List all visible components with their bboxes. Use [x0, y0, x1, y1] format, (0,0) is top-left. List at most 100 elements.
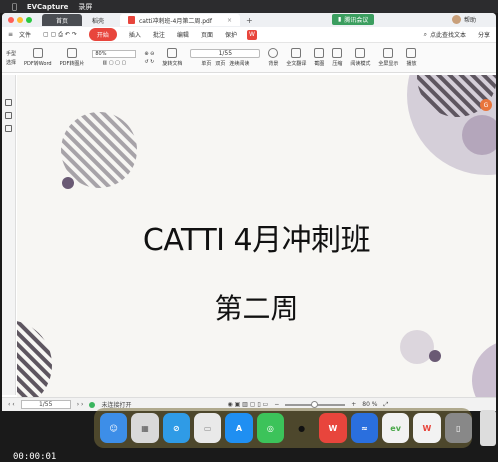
menu-insert[interactable]: 插入	[123, 30, 147, 39]
menu-annotate[interactable]: 批注	[147, 30, 171, 39]
folder-icon[interactable]: ▭	[193, 413, 222, 443]
wps-logo-icon[interactable]: W	[246, 29, 257, 40]
screen:  EVCapture 录屏 首页 稻壳 catti冲刺班-4月第二周.pdf …	[0, 0, 498, 462]
read-mode-icon	[355, 48, 366, 58]
user-account[interactable]: 帮助	[451, 15, 476, 24]
fullscreen-button[interactable]: 全屏显示	[374, 48, 402, 67]
moon-icon	[268, 48, 279, 58]
compress-label: 压缩	[332, 61, 343, 67]
finder-icon[interactable]: ☺	[100, 413, 128, 443]
zoom-in-status-icon[interactable]: +	[351, 401, 356, 408]
pdf-to-word-button[interactable]: PDF转Word	[20, 48, 56, 67]
zoom-select[interactable]: 80%	[92, 49, 137, 58]
compress-icon	[332, 48, 343, 58]
play-label: 播放	[406, 61, 417, 67]
outline-icon[interactable]	[5, 99, 12, 106]
fullscreen-label: 全屏显示	[378, 61, 399, 67]
wps-icon[interactable]: W	[319, 413, 347, 443]
new-tab-button[interactable]: +	[246, 16, 253, 25]
zoom-out-icon[interactable]: −	[274, 401, 279, 408]
view-mode-row: 单页 双页 连续阅读	[201, 60, 249, 67]
pdf-to-image-label: PDF转图片	[59, 61, 85, 67]
pdf-page: CATTI 4月冲刺班 第二周 G	[17, 75, 496, 397]
zoom-buttons: ⊕ ⊖ ↺ ↻	[140, 51, 158, 65]
view-toggle-icons[interactable]: ◉ ▣ ▥ ▢ ▯ ▭	[227, 401, 268, 408]
status-page-input[interactable]: 1/55	[20, 400, 71, 409]
left-sidebar	[2, 75, 16, 395]
rotate-doc-button[interactable]: 旋转文档	[158, 48, 186, 67]
wps-window: 首页 稻壳 catti冲刺班-4月第二周.pdf × + ▮ 腾讯会议 帮助 ≡…	[2, 13, 496, 411]
apple-icon[interactable]: 	[12, 2, 17, 11]
nav-prev-icons[interactable]: ‹ ‹	[8, 401, 15, 408]
background-button[interactable]: 背景	[264, 48, 282, 67]
thumbnail-icon[interactable]	[5, 112, 12, 119]
menu-edit[interactable]: 编辑	[171, 30, 195, 39]
avatar	[451, 15, 461, 24]
menubar-app-name[interactable]: EVCapture	[27, 3, 69, 11]
safari-icon[interactable]: ⊘	[162, 413, 190, 443]
ev-capture-icon[interactable]: ev	[381, 413, 410, 443]
read-mode-label: 阅读模式	[350, 61, 371, 67]
tab-docer[interactable]: 稻壳	[84, 14, 118, 26]
zoom-slider-knob[interactable]	[311, 400, 319, 408]
zoom-in-icon[interactable]: ⊕ ⊖	[144, 51, 154, 57]
page-nav-group: 1/55 单页 双页 连续阅读	[186, 48, 264, 67]
tab-document[interactable]: catti冲刺班-4月第二周.pdf ×	[120, 14, 240, 26]
trash-icon[interactable]: ▯	[444, 413, 472, 443]
read-mode-button[interactable]: 阅读模式	[346, 48, 374, 67]
menu-row: ≡ 文件 ▢ ▢ ⎙ ↶ ↷ 开始 插入 批注 编辑 页面 保护 W ⌕ 点此查…	[2, 27, 496, 43]
screenshot-button[interactable]: 截图	[310, 48, 328, 67]
share-button[interactable]: 分享	[472, 30, 496, 39]
wps-pdf-icon[interactable]: W	[413, 413, 441, 443]
full-translate-label: 全文翻译	[286, 61, 307, 67]
status-dot-icon	[89, 401, 96, 408]
compress-button[interactable]: 压缩	[328, 48, 346, 67]
meeting-badge[interactable]: ▮ 腾讯会议	[332, 14, 375, 25]
select-tool-button[interactable]: 选择	[6, 59, 16, 66]
document-title: CATTI 4月冲刺班	[142, 223, 371, 258]
zoom-slider[interactable]	[285, 400, 346, 408]
dock-right-panel	[480, 410, 496, 446]
full-translate-button[interactable]: 全文翻译	[282, 48, 310, 67]
zoom-window-button[interactable]	[26, 17, 32, 23]
hand-tool-button[interactable]: 手型	[6, 50, 16, 57]
hand-select-group: 手型 选择	[2, 50, 20, 66]
search-icon: ⌕	[423, 30, 427, 38]
page-number-input[interactable]: 1/55	[190, 48, 261, 58]
menu-start[interactable]: 开始	[88, 28, 117, 41]
menu-protect[interactable]: 保护	[219, 30, 243, 39]
nav-next-icons[interactable]: › ›	[77, 401, 84, 408]
menu-page[interactable]: 页面	[195, 30, 219, 39]
single-page-button[interactable]: 单页	[201, 60, 211, 67]
close-window-button[interactable]	[8, 17, 14, 23]
toolbar-quick-icons[interactable]: ▢ ▢ ⎙ ↶ ↷	[37, 31, 83, 39]
appstore-icon[interactable]: A	[225, 413, 253, 443]
wechat-icon[interactable]: ◎	[256, 413, 284, 443]
view-icons[interactable]: ▥ ▢ ▢ ▢	[103, 60, 127, 66]
assistant-floating-button[interactable]: G	[480, 99, 492, 111]
translate-icon	[291, 48, 302, 58]
bookmark-icon[interactable]	[5, 125, 12, 132]
search-field[interactable]: ⌕ 点此查找文本	[423, 30, 466, 40]
menubar-item-record[interactable]: 录屏	[78, 2, 92, 12]
minimize-window-button[interactable]	[17, 17, 23, 23]
play-button[interactable]: 播放	[402, 48, 420, 67]
menu-file[interactable]: 文件	[13, 30, 37, 39]
mac-menubar:  EVCapture 录屏	[0, 0, 498, 13]
tab-home[interactable]: 首页	[42, 14, 82, 26]
continuous-read-button[interactable]: 连续阅读	[229, 60, 249, 67]
pdf-to-word-icon	[32, 48, 43, 58]
qq-icon[interactable]: ●	[288, 413, 315, 443]
user-badge-label: 帮助	[463, 17, 476, 24]
status-zoom-value[interactable]: 80 %	[362, 401, 377, 408]
double-page-button[interactable]: 双页	[215, 60, 225, 67]
document-canvas[interactable]: CATTI 4月冲刺班 第二周 G	[17, 75, 496, 397]
launchpad-icon[interactable]: ▦	[131, 413, 159, 443]
tab-close-icon[interactable]: ×	[227, 17, 232, 24]
pdf-to-image-button[interactable]: PDF转图片	[56, 48, 89, 67]
rotate-icons[interactable]: ↺ ↻	[144, 59, 154, 65]
tab-home-label: 首页	[55, 17, 68, 25]
meeting-icon[interactable]: ≈	[350, 413, 378, 443]
pdf-to-word-label: PDF转Word	[24, 61, 52, 67]
zoom-group: 80% ▥ ▢ ▢ ▢	[88, 49, 140, 66]
